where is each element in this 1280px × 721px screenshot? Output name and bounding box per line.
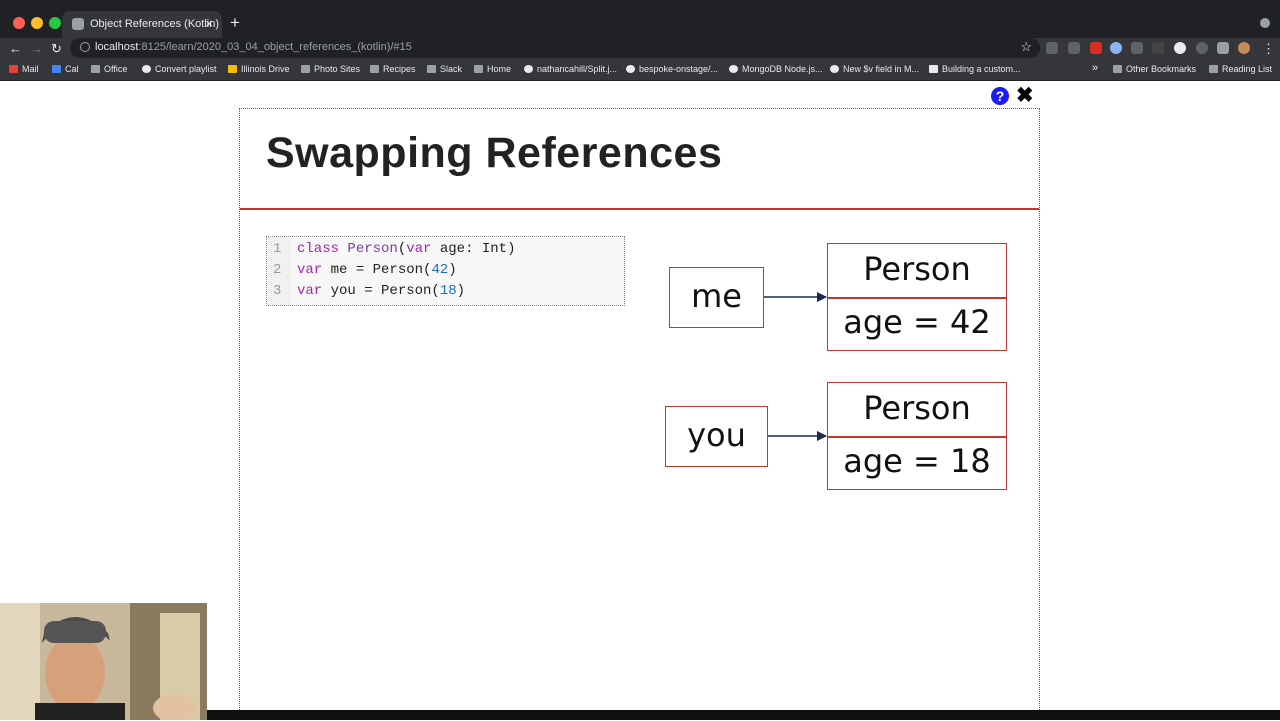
slide-title: Swapping References: [266, 129, 723, 177]
extensions-puzzle-icon[interactable]: [1217, 42, 1229, 54]
slide: Swapping References 1 class Person(var ag…: [239, 108, 1040, 720]
bookmarks-bar: Mail Cal Office Convert playlist Illinoi…: [0, 60, 1280, 81]
code-text: class Person(var age: Int): [297, 241, 516, 257]
profile-avatar[interactable]: [1238, 42, 1250, 54]
help-icon[interactable]: ?: [991, 87, 1009, 105]
folder-icon: [91, 65, 100, 73]
tab-search-icon[interactable]: [1260, 18, 1270, 28]
bookmark-new-v-field[interactable]: New $v field in M...: [830, 64, 919, 74]
code-line: 3 var you = Person(18): [267, 281, 624, 302]
bookmark-split-js[interactable]: nathancahill/Split.j...: [524, 64, 617, 74]
bookmark-building-custom[interactable]: Building a custom...: [929, 64, 1021, 74]
bookmark-recipes[interactable]: Recipes: [370, 64, 416, 74]
folder-icon: [301, 65, 310, 73]
github-icon: [524, 65, 533, 73]
extension-blue-icon[interactable]: [1110, 42, 1122, 54]
calendar-icon: [52, 65, 61, 73]
object-class-label: Person: [863, 389, 971, 427]
site-icon: [729, 65, 738, 73]
reading-list-button[interactable]: Reading List: [1209, 64, 1272, 74]
object-class-label: Person: [863, 250, 971, 288]
bookmark-slack[interactable]: Slack: [427, 64, 462, 74]
extension-circle-icon[interactable]: [1174, 42, 1186, 54]
presenter-image: [0, 603, 207, 720]
minimize-window-button[interactable]: [31, 17, 43, 29]
site-icon: [929, 65, 938, 73]
reading-list-icon: [1209, 65, 1218, 73]
tab-active[interactable]: Object References (Kotlin) ×: [62, 11, 222, 38]
tab-title: Object References (Kotlin): [90, 18, 219, 30]
bookmark-office[interactable]: Office: [91, 64, 127, 74]
variable-box-me: me: [669, 267, 764, 328]
extension-red-icon[interactable]: [1090, 42, 1102, 54]
drive-icon: [228, 65, 237, 73]
object-field-label: age = 18: [843, 442, 991, 480]
bookmark-other-bookmarks[interactable]: Other Bookmarks: [1113, 64, 1196, 74]
github-icon: [626, 65, 635, 73]
address-bar[interactable]: localhost:8125/learn/2020_03_04_object_r…: [70, 38, 1040, 58]
tab-bar: Object References (Kotlin) × +: [0, 0, 1280, 38]
browser-toolbar: ← → ↻ localhost:8125/learn/2020_03_04_ob…: [0, 38, 1280, 60]
folder-icon: [370, 65, 379, 73]
tab-favicon-icon: [72, 18, 84, 30]
object-box-person-18: Person age = 18: [827, 382, 1007, 490]
code-text: var you = Person(18): [297, 283, 466, 299]
forward-icon[interactable]: →: [30, 41, 43, 57]
extension-s-icon[interactable]: [1046, 42, 1058, 54]
reload-icon[interactable]: ↻: [51, 41, 62, 57]
line-number: 2: [273, 262, 282, 278]
back-icon[interactable]: ←: [9, 41, 22, 57]
tab-close-icon[interactable]: ×: [205, 16, 213, 32]
presenter-webcam: [0, 603, 207, 720]
site-icon: [142, 65, 151, 73]
code-block: 1 class Person(var age: Int) 2 var me = Per…: [266, 236, 625, 306]
extension-shield-icon[interactable]: [1068, 42, 1080, 54]
variable-box-you: you: [665, 406, 768, 467]
folder-icon: [474, 65, 483, 73]
github-icon: [830, 65, 839, 73]
bookmark-mail[interactable]: Mail: [9, 64, 39, 74]
zoom-window-button[interactable]: [49, 17, 61, 29]
code-line: 1 class Person(var age: Int): [267, 239, 624, 260]
site-info-icon[interactable]: [80, 42, 90, 52]
close-icon[interactable]: ✖: [1016, 85, 1034, 106]
bookmark-home[interactable]: Home: [474, 64, 511, 74]
object-field-label: age = 42: [843, 303, 991, 341]
extension-plus-icon[interactable]: [1152, 42, 1164, 54]
code-text: var me = Person(42): [297, 262, 457, 278]
code-line: 2 var me = Person(42): [267, 260, 624, 281]
folder-icon: [1113, 65, 1122, 73]
extension-react-icon[interactable]: [1196, 42, 1208, 54]
gmail-icon: [9, 65, 18, 73]
bookmark-bespoke-onstage[interactable]: bespoke-onstage/...: [626, 64, 718, 74]
extension-mail-icon[interactable]: [1131, 42, 1143, 54]
object-box-person-42: Person age = 42: [827, 243, 1007, 351]
bookmark-star-icon[interactable]: ☆: [1020, 39, 1032, 55]
video-bottom-strip: [207, 710, 1280, 720]
line-number: 1: [273, 241, 282, 257]
bookmarks-overflow-icon[interactable]: »: [1092, 62, 1098, 74]
bookmark-cal[interactable]: Cal: [52, 64, 79, 74]
bookmark-convert-playlist[interactable]: Convert playlist: [142, 64, 217, 74]
bookmark-photo-sites[interactable]: Photo Sites: [301, 64, 360, 74]
bookmark-illinois-drive[interactable]: Illinois Drive: [228, 64, 290, 74]
close-window-button[interactable]: [13, 17, 25, 29]
bookmark-mongodb-node[interactable]: MongoDB Node.js...: [729, 64, 823, 74]
url-text: localhost:8125/learn/2020_03_04_object_r…: [95, 41, 412, 53]
browser-menu-icon[interactable]: ⋮: [1262, 41, 1275, 57]
new-tab-button[interactable]: +: [230, 14, 240, 32]
line-number: 3: [273, 283, 282, 299]
folder-icon: [427, 65, 436, 73]
title-divider: [240, 208, 1039, 210]
